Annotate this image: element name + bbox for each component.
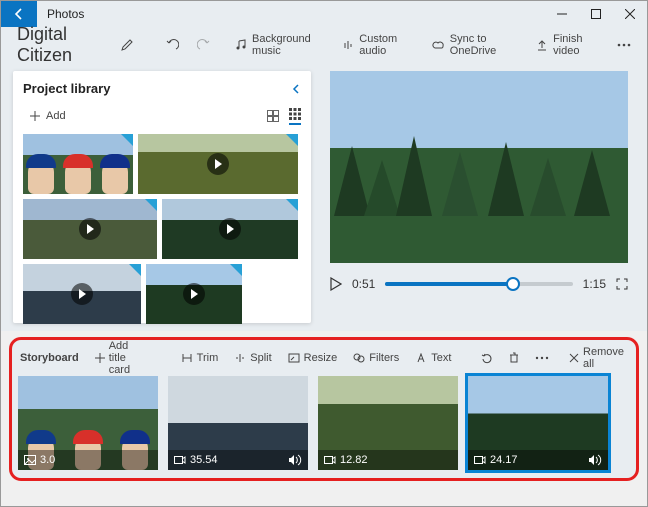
rotate-button[interactable] [475, 349, 499, 367]
text-label: Text [431, 352, 451, 364]
resize-button[interactable]: Resize [282, 349, 344, 367]
video-icon [324, 455, 336, 465]
resize-icon [288, 353, 300, 363]
delete-button[interactable] [503, 349, 525, 367]
undo-icon [165, 38, 179, 52]
close-icon [569, 353, 579, 363]
video-icon [474, 455, 486, 465]
text-button[interactable]: Text [409, 349, 457, 367]
project-library-panel: Project library Add [13, 71, 311, 323]
storyboard-toolbar: Storyboard Add title card Trim Split Res… [18, 344, 630, 372]
current-time: 0:51 [352, 277, 375, 291]
filters-icon [353, 353, 365, 363]
split-label: Split [250, 352, 271, 364]
add-media-button[interactable]: Add [23, 106, 72, 126]
volume-icon[interactable] [588, 454, 602, 466]
trim-label: Trim [197, 352, 219, 364]
library-thumb[interactable] [23, 134, 133, 194]
library-thumbnails [23, 134, 301, 324]
library-thumb[interactable] [162, 199, 298, 259]
music-icon [235, 39, 247, 51]
sync-button[interactable]: Sync to OneDrive [425, 29, 524, 61]
storyboard-title: Storyboard [18, 352, 85, 364]
project-library-heading: Project library [23, 81, 291, 96]
more-icon [535, 356, 549, 360]
text-icon [415, 353, 427, 363]
collapse-library-button[interactable] [291, 84, 301, 94]
pencil-icon [120, 38, 134, 52]
add-title-card-button[interactable]: Add title card [89, 337, 155, 379]
plus-icon [95, 353, 105, 363]
fullscreen-button[interactable] [616, 278, 628, 290]
volume-icon[interactable] [288, 454, 302, 466]
audio-wrench-icon [342, 39, 354, 51]
window-title: Photos [37, 7, 545, 21]
filters-label: Filters [369, 352, 399, 364]
redo-icon [197, 38, 211, 52]
clip-footer: 12.82 [318, 450, 458, 470]
photo-icon [24, 455, 36, 465]
player-controls: 0:51 1:15 [330, 277, 628, 291]
remove-all-label: Remove all [583, 346, 624, 370]
add-media-label: Add [46, 110, 66, 122]
filters-button[interactable]: Filters [347, 349, 405, 367]
trim-icon [181, 353, 193, 363]
grid-large-button[interactable] [267, 110, 279, 122]
storyboard-clip[interactable]: 12.82 [318, 376, 458, 470]
clip-footer: 24.17 [468, 450, 608, 470]
split-icon [234, 353, 246, 363]
seek-bar[interactable] [385, 282, 572, 286]
library-thumb[interactable] [138, 134, 298, 194]
background-music-button[interactable]: Background music [229, 29, 330, 61]
plus-icon [29, 110, 41, 122]
custom-audio-label: Custom audio [359, 33, 412, 57]
clip-duration: 12.82 [340, 454, 368, 466]
export-icon [536, 39, 548, 51]
clip-footer: 35.54 [168, 450, 308, 470]
finish-video-label: Finish video [553, 33, 599, 57]
more-button[interactable] [611, 39, 637, 51]
content-area: Project library Add [1, 63, 647, 331]
clip-more-button[interactable] [529, 353, 555, 363]
close-button[interactable] [613, 1, 647, 27]
sync-label: Sync to OneDrive [450, 33, 518, 57]
library-thumb[interactable] [23, 199, 157, 259]
storyboard-clip[interactable]: 35.54 [168, 376, 308, 470]
storyboard-clip[interactable]: 3.0 [18, 376, 158, 470]
storyboard-clip[interactable]: 24.17 [468, 376, 608, 470]
cloud-icon [431, 39, 445, 51]
main-toolbar: Digital Citizen Background music Custom … [1, 27, 647, 63]
redo-button[interactable] [191, 34, 217, 56]
maximize-button[interactable] [579, 1, 613, 27]
remove-all-button[interactable]: Remove all [563, 343, 630, 373]
preview-pane: 0:51 1:15 [311, 63, 647, 331]
storyboard-clips: 3.0 35.54 12.82 24.17 [18, 376, 630, 470]
trash-icon [509, 352, 519, 364]
undo-button[interactable] [159, 34, 185, 56]
minimize-button[interactable] [545, 1, 579, 27]
clip-duration: 24.17 [490, 454, 518, 466]
library-thumb[interactable] [146, 264, 242, 324]
custom-audio-button[interactable]: Custom audio [336, 29, 418, 61]
total-time: 1:15 [583, 277, 606, 291]
clip-duration: 35.54 [190, 454, 218, 466]
library-thumb[interactable] [23, 264, 141, 324]
more-icon [617, 43, 631, 47]
video-icon [174, 455, 186, 465]
storyboard-panel: Storyboard Add title card Trim Split Res… [9, 337, 639, 481]
rename-button[interactable] [114, 34, 140, 56]
trim-button[interactable]: Trim [175, 349, 225, 367]
finish-video-button[interactable]: Finish video [530, 29, 605, 61]
add-title-card-label: Add title card [109, 340, 149, 376]
background-music-label: Background music [252, 33, 324, 57]
play-button[interactable] [330, 277, 342, 291]
resize-label: Resize [304, 352, 338, 364]
grid-small-button[interactable] [289, 108, 301, 125]
rotate-icon [481, 352, 493, 364]
split-button[interactable]: Split [228, 349, 277, 367]
video-preview[interactable] [330, 71, 628, 263]
project-title: Digital Citizen [11, 24, 108, 66]
clip-footer: 3.0 [18, 450, 158, 470]
clip-duration: 3.0 [40, 454, 55, 466]
